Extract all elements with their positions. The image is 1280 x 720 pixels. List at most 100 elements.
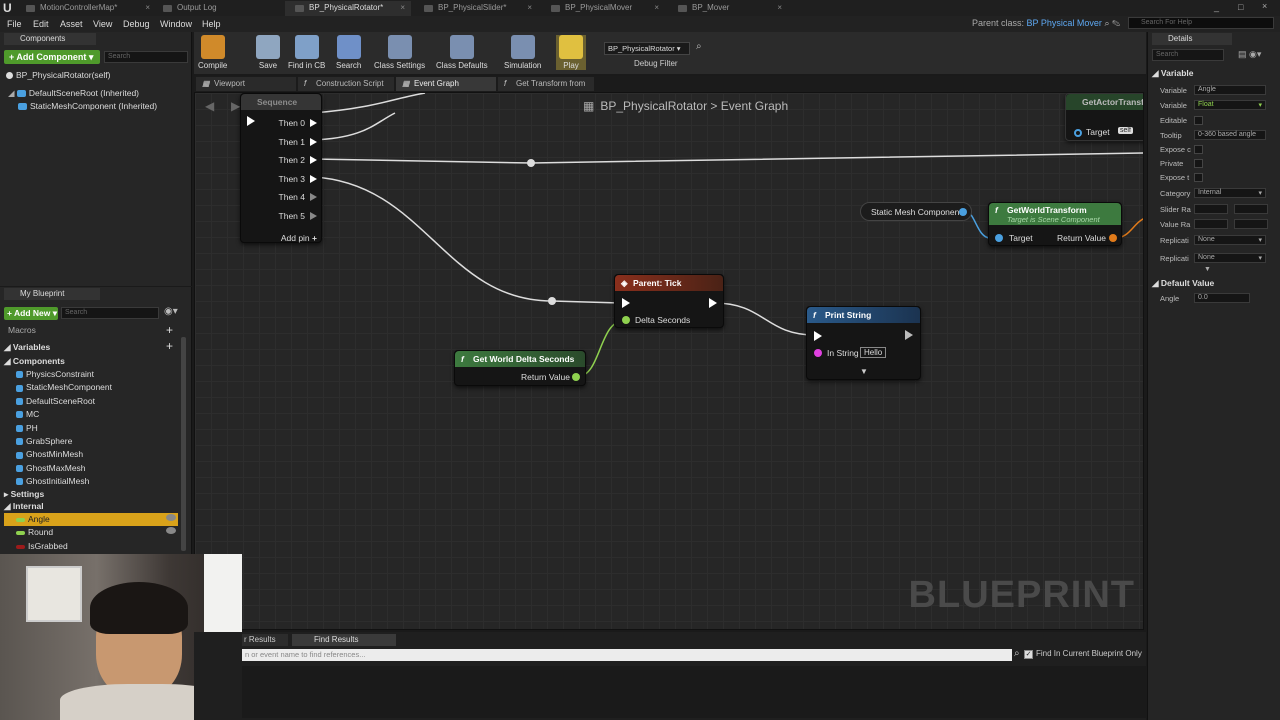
exec-in-pin[interactable] xyxy=(622,298,630,308)
event-graph-canvas[interactable]: Sequence Then 0 Then 1 Then 2 Then 3 Then 4 T… xyxy=(194,92,1144,630)
find-current-only-checkbox[interactable]: ✓ xyxy=(1024,650,1033,659)
tab-find-results[interactable]: Find Results xyxy=(292,634,396,646)
back-arrow-icon[interactable]: ◀ xyxy=(205,99,214,113)
details-dropdown[interactable]: None ▾ xyxy=(1194,253,1266,263)
add-pin-button[interactable]: Add pin + xyxy=(281,233,317,243)
in-string-pin[interactable] xyxy=(814,349,822,357)
static-mesh-component-node[interactable]: Static Mesh Component xyxy=(860,202,972,221)
details-range-input[interactable] xyxy=(1234,219,1268,229)
details-view-options-icon[interactable]: ▤ ◉▾ xyxy=(1238,49,1261,60)
target-pin[interactable] xyxy=(1074,129,1082,137)
variable-item-isgrabbed[interactable]: IsGrabbed xyxy=(4,540,178,553)
component-var-item[interactable]: DefaultSceneRoot xyxy=(16,396,95,406)
menu-asset[interactable]: Asset xyxy=(60,19,83,29)
delta-seconds-pin[interactable] xyxy=(622,316,630,324)
exec-out-pin[interactable] xyxy=(709,298,717,308)
maximize-button[interactable]: □ xyxy=(1238,2,1243,12)
variables-header[interactable]: ◢ Variables xyxy=(4,342,50,353)
target-pin[interactable] xyxy=(995,234,1003,242)
exec-in-pin[interactable] xyxy=(247,116,255,126)
components-tab[interactable]: Components xyxy=(4,33,96,45)
tab-event-graph[interactable]: ▦ Event Graph xyxy=(396,77,496,91)
expand-arrow-icon[interactable]: ◢ xyxy=(8,88,17,98)
doc-tab-bp-physical-mover[interactable]: BP_PhysicalMover × xyxy=(541,1,665,16)
close-icon[interactable]: × xyxy=(777,3,782,12)
view-options-icon[interactable]: ◉▾ xyxy=(164,306,178,317)
search-icon[interactable]: ⌕ xyxy=(1014,648,1020,659)
macros-header[interactable]: Macros xyxy=(8,325,36,335)
print-string-node[interactable]: f Print String In String Hello ▼ xyxy=(806,306,921,380)
component-var-item[interactable]: GhostMinMesh xyxy=(16,449,83,459)
toolbar-search-button[interactable]: Search xyxy=(336,35,361,70)
add-new-button[interactable]: + Add New ▾ xyxy=(4,307,58,320)
details-range-input[interactable] xyxy=(1194,204,1228,214)
components-group-header[interactable]: ◢ Components xyxy=(4,356,65,367)
toolbar-play-button[interactable]: Play xyxy=(556,35,586,70)
sequence-exec-out-pin[interactable] xyxy=(310,156,317,165)
menu-help[interactable]: Help xyxy=(202,19,221,29)
details-search-input[interactable]: Search xyxy=(1152,49,1224,61)
sequence-exec-out-pin[interactable] xyxy=(310,137,317,146)
variable-item-angle[interactable]: Angle xyxy=(4,513,178,526)
menu-view[interactable]: View xyxy=(93,19,112,29)
sequence-exec-out-pin[interactable] xyxy=(310,119,317,127)
expand-node-icon[interactable]: ▼ xyxy=(860,367,868,376)
visibility-eye-icon[interactable] xyxy=(166,514,176,521)
exec-in-pin[interactable] xyxy=(814,331,822,341)
variable-item-round[interactable]: Round xyxy=(4,526,178,539)
doc-tab-bp-mover[interactable]: BP_Mover × xyxy=(668,1,788,16)
get-actor-transform-node[interactable]: GetActorTransform Target self xyxy=(1065,93,1143,141)
component-static-mesh[interactable]: StaticMeshComponent (Inherited) xyxy=(18,101,157,111)
help-search-input[interactable]: Search For Help xyxy=(1128,17,1274,29)
doc-tab-output-log[interactable]: Output Log xyxy=(153,1,283,16)
toolbar-simulation-button[interactable]: Simulation xyxy=(504,35,541,70)
toolbar-compile-button[interactable]: Compile xyxy=(198,35,227,70)
menu-window[interactable]: Window xyxy=(160,19,192,29)
internal-header[interactable]: ◢ Internal xyxy=(4,501,44,512)
tab-viewport[interactable]: ▦ Viewport xyxy=(196,77,296,91)
details-range-input[interactable] xyxy=(1234,204,1268,214)
visibility-eye-icon[interactable] xyxy=(166,527,176,535)
details-dropdown[interactable]: None ▾ xyxy=(1194,235,1266,245)
sequence-exec-out-pin[interactable] xyxy=(310,193,317,202)
tab-compiler-results[interactable]: r Results xyxy=(242,634,288,646)
find-search-input[interactable]: n or event name to find references... xyxy=(242,649,1012,661)
details-range-input[interactable] xyxy=(1194,219,1228,229)
doc-tab-motion-controller-map[interactable]: MotionControllerMap* × xyxy=(16,1,156,16)
details-text-input[interactable]: Angle xyxy=(1194,85,1266,95)
settings-header[interactable]: ▸ Settings xyxy=(4,489,44,500)
menu-edit[interactable]: Edit xyxy=(33,19,49,29)
close-icon[interactable]: × xyxy=(400,3,405,12)
menu-debug[interactable]: Debug xyxy=(123,19,150,29)
breadcrumb-blueprint[interactable]: BP_PhysicalRotator xyxy=(600,99,707,113)
component-var-item[interactable]: StaticMeshComponent xyxy=(16,382,112,392)
get-world-transform-node[interactable]: f GetWorldTransform Target is Scene Compon… xyxy=(988,202,1122,246)
advanced-expander-icon[interactable]: ▼ xyxy=(1204,266,1211,273)
component-default-scene-root[interactable]: ◢ DefaultSceneRoot (Inherited) xyxy=(8,88,139,99)
component-var-item[interactable]: GhostInitialMesh xyxy=(16,476,89,486)
my-blueprint-tab[interactable]: My Blueprint xyxy=(4,288,100,300)
toolbar-save-button[interactable]: Save xyxy=(256,35,280,70)
doc-tab-bp-physical-slider[interactable]: BP_PhysicalSlider* × xyxy=(414,1,538,16)
details-checkbox[interactable] xyxy=(1194,173,1203,182)
forward-arrow-icon[interactable]: ▶ xyxy=(231,99,240,113)
parent-class-link[interactable]: BP Physical Mover xyxy=(1027,18,1102,28)
details-checkbox[interactable] xyxy=(1194,145,1203,154)
get-world-delta-seconds-node[interactable]: f Get World Delta Seconds Return Value xyxy=(454,350,586,386)
component-var-item[interactable]: MC xyxy=(16,409,39,419)
default-angle-input[interactable]: 0.0 xyxy=(1194,293,1250,303)
sequence-exec-out-pin[interactable] xyxy=(310,174,317,183)
in-string-value[interactable]: Hello xyxy=(860,347,887,358)
component-var-item[interactable]: PH xyxy=(16,423,38,433)
variable-type-dropdown[interactable]: Float ▾ xyxy=(1194,100,1266,110)
doc-tab-bp-physical-rotator[interactable]: BP_PhysicalRotator* × xyxy=(285,1,411,16)
details-tab[interactable]: Details xyxy=(1152,33,1232,45)
components-search-input[interactable]: Search xyxy=(104,51,188,63)
details-dropdown[interactable]: Internal ▾ xyxy=(1194,188,1266,198)
tab-construction-script[interactable]: f Construction Script xyxy=(298,77,394,91)
toolbar-class-defaults-button[interactable]: Class Defaults xyxy=(436,35,488,70)
sequence-exec-out-pin[interactable] xyxy=(310,212,317,220)
toolbar-class-settings-button[interactable]: Class Settings xyxy=(374,35,425,70)
tab-get-transform-from[interactable]: f Get Transform from xyxy=(498,77,594,91)
add-macro-icon[interactable]: + xyxy=(166,323,173,337)
